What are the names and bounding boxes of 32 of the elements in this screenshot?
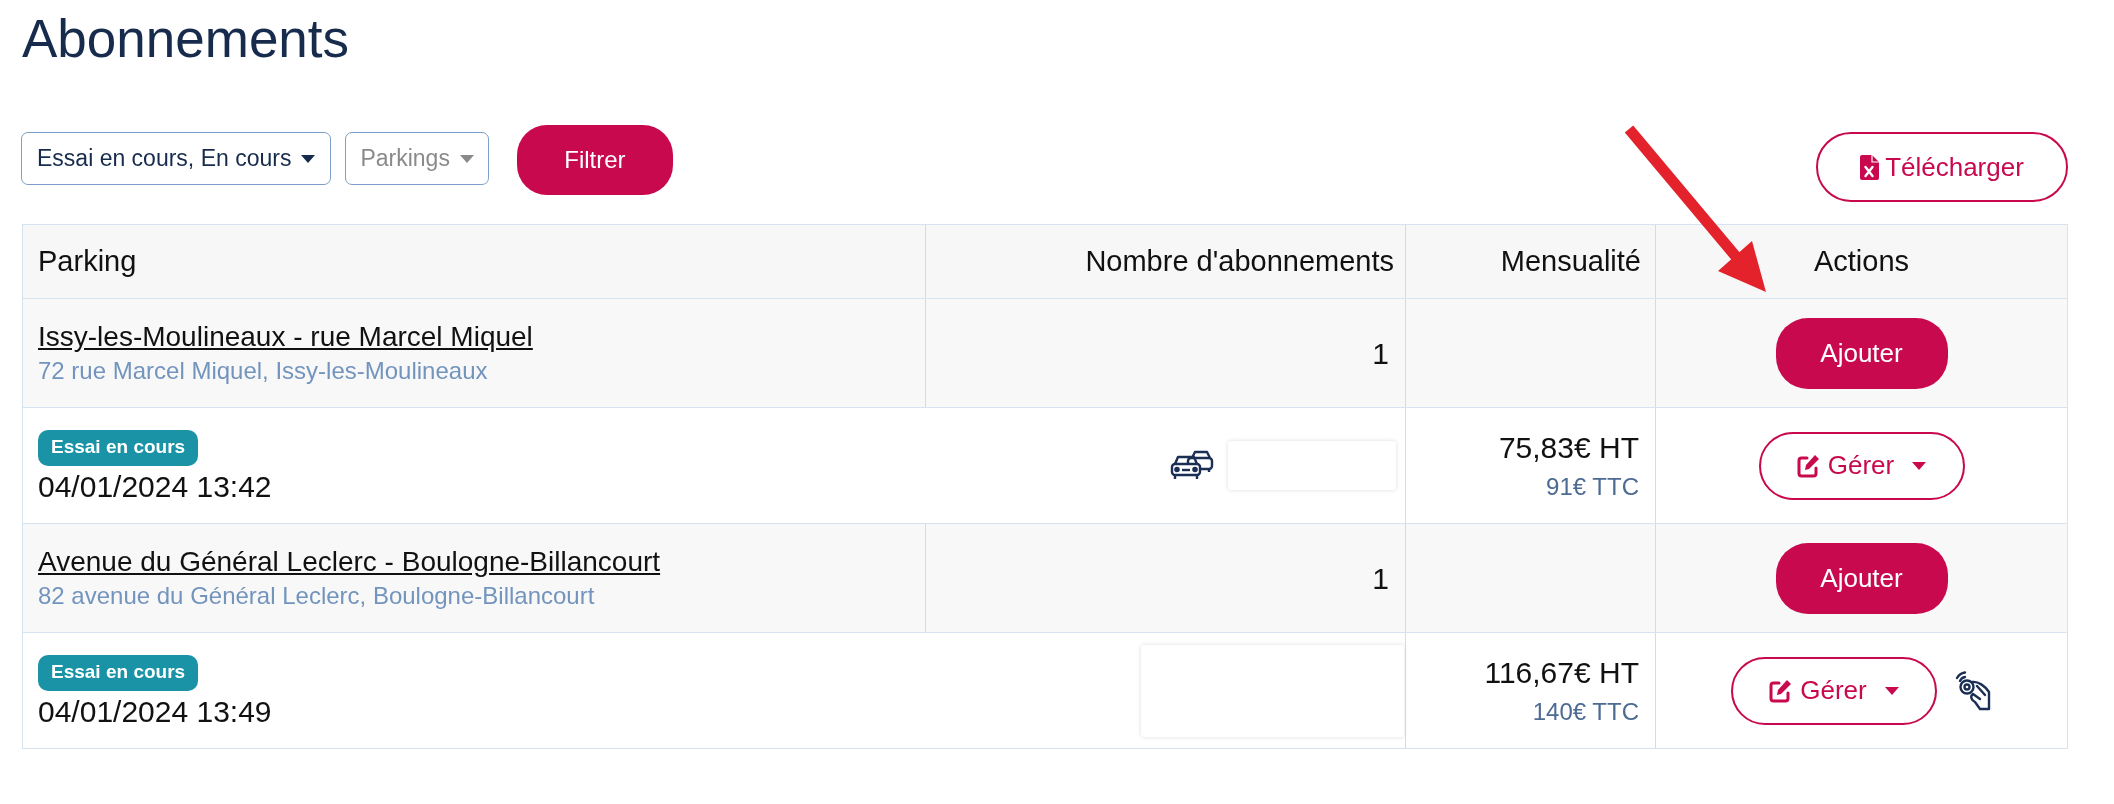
status-badge: Essai en cours (38, 654, 199, 691)
price-excl-tax: 75,83€ HT (1498, 429, 1639, 466)
hand-badge-icon[interactable] (1955, 670, 1992, 711)
parking-dropdown[interactable]: Parkings (345, 132, 489, 185)
parking-link[interactable]: Avenue du Général Leclerc - Boulogne-Billancourt (38, 545, 661, 579)
filter-button[interactable]: Filtrer (516, 125, 673, 195)
spreadsheet-file-icon (1860, 154, 1880, 180)
parking-link[interactable]: Issy-les-Moulineaux - rue Marcel Miquel (38, 320, 533, 354)
manage-button[interactable]: Gérer (1758, 431, 1965, 500)
caret-icon (1912, 461, 1927, 470)
edit-icon (1796, 453, 1820, 478)
parking-address: 72 rue Marcel Miquel, Issy-les-Moulineaux (38, 356, 488, 386)
status-dropdown[interactable]: Essai en cours, En cours (21, 132, 332, 185)
caret-icon (459, 154, 474, 163)
subscription-count: 1 (1372, 560, 1389, 597)
download-button[interactable]: Télécharger (1816, 132, 2068, 202)
status-badge: Essai en cours (38, 429, 199, 466)
caret-icon (301, 154, 316, 163)
add-button[interactable]: Ajouter (1775, 317, 1948, 389)
price-incl-tax: 91€ TTC (1546, 471, 1639, 502)
subscription-count: 1 (1372, 335, 1389, 372)
caret-icon (1884, 686, 1899, 695)
manage-button[interactable]: Gérer (1731, 656, 1937, 725)
add-button[interactable]: Ajouter (1775, 542, 1948, 614)
column-header: Parking (37, 243, 138, 279)
price-incl-tax: 140€ TTC (1532, 696, 1639, 727)
subscription-date: 04/01/2024 13:49 (38, 696, 272, 727)
edit-icon (1769, 678, 1793, 703)
subscription-date: 04/01/2024 13:42 (38, 471, 272, 502)
parking-address: 82 avenue du Général Leclerc, Boulogne-Billancourt (38, 581, 595, 611)
page-title: Abonnements (22, 12, 350, 65)
price-excl-tax: 116,67€ HT (1484, 654, 1639, 691)
